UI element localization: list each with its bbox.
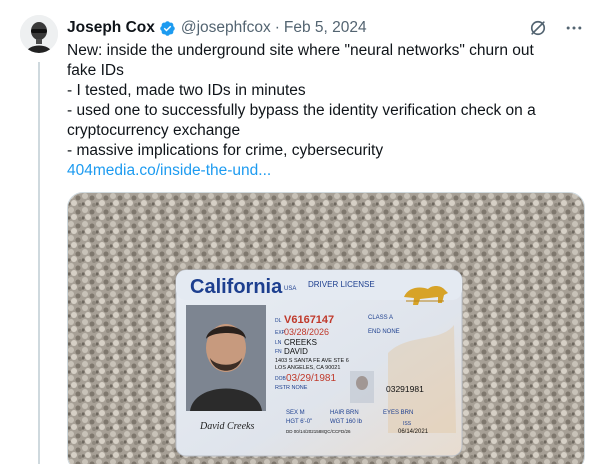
card-type: DRIVER LICENSE — [308, 280, 375, 289]
card-field-hair: HAIR BRN — [330, 410, 359, 416]
card-dl-number: V6167147 — [284, 314, 334, 326]
card-field-address-2: LOS ANGELES, CA 90021 — [275, 365, 340, 371]
tweet-line-2: - I tested, made two IDs in minutes — [67, 82, 306, 99]
card-field-fn-label: FN — [275, 349, 282, 355]
avatar[interactable] — [20, 15, 58, 53]
avatar-image — [20, 15, 58, 53]
card-field-sex: SEX M — [286, 410, 305, 416]
card-field-eyes: EYES BRN — [383, 410, 413, 416]
card-field-dl-label: DL — [275, 318, 282, 324]
handle[interactable]: @josephfcox — [181, 19, 271, 37]
card-exp-date: 03/28/2026 — [284, 327, 329, 337]
card-field-dd: DD 00/14/2021588QC/CCFD/26 — [286, 429, 351, 434]
tweet-line-4: - massive implications for crime, cybers… — [67, 142, 384, 159]
card-id-number: 03291981 — [386, 384, 424, 394]
card-state: California — [190, 276, 283, 298]
card-field-dob-label: DOB — [275, 376, 287, 382]
tweet-line-1: New: inside the underground site where "… — [67, 42, 534, 79]
tweet-text: New: inside the underground site where "… — [67, 41, 567, 181]
id-card-photo: California USA DRIVER LICENSE DL V616714… — [68, 193, 584, 464]
card-dob: 03/29/1981 — [286, 373, 336, 384]
driver-license-card: California USA DRIVER LICENSE DL V616714… — [175, 269, 463, 457]
card-last-name: CREEKS — [284, 338, 317, 347]
article-link[interactable]: 404media.co/inside-the-und... — [67, 161, 567, 181]
card-field-end-label: END NONE — [368, 329, 400, 335]
card-signature: David Creeks — [199, 421, 254, 432]
tweet-line-3: - used one to successfully bypass the id… — [67, 102, 536, 139]
card-field-rstr: RSTR NONE — [275, 385, 308, 391]
card-field-class-label: CLASS A — [368, 315, 393, 321]
card-field-iss-date: 06/14/2021 — [398, 429, 429, 435]
tweet-date[interactable]: Feb 5, 2024 — [284, 19, 367, 37]
card-field-iss-label: ISS — [403, 421, 412, 427]
thread-line — [38, 62, 40, 464]
card-field-address-1: 1403 S SANTA FE AVE STE 6 — [275, 358, 349, 364]
card-field-ln-label: LN — [275, 340, 282, 346]
more-icon[interactable] — [563, 17, 585, 39]
card-first-name: DAVID — [284, 347, 308, 356]
separator-dot: · — [274, 19, 280, 36]
tweet-media-image[interactable]: California USA DRIVER LICENSE DL V616714… — [67, 192, 585, 464]
card-usa: USA — [284, 286, 296, 292]
card-field-wgt: WGT 160 lb — [330, 419, 363, 425]
grok-icon[interactable] — [527, 17, 549, 39]
header-actions — [527, 17, 585, 39]
verified-badge-icon — [159, 20, 176, 37]
card-field-hgt: HGT 6'-0" — [286, 419, 312, 425]
tweet-header: Joseph Cox @josephfcox · Feb 5, 2024 — [67, 17, 367, 39]
display-name[interactable]: Joseph Cox — [67, 19, 155, 37]
